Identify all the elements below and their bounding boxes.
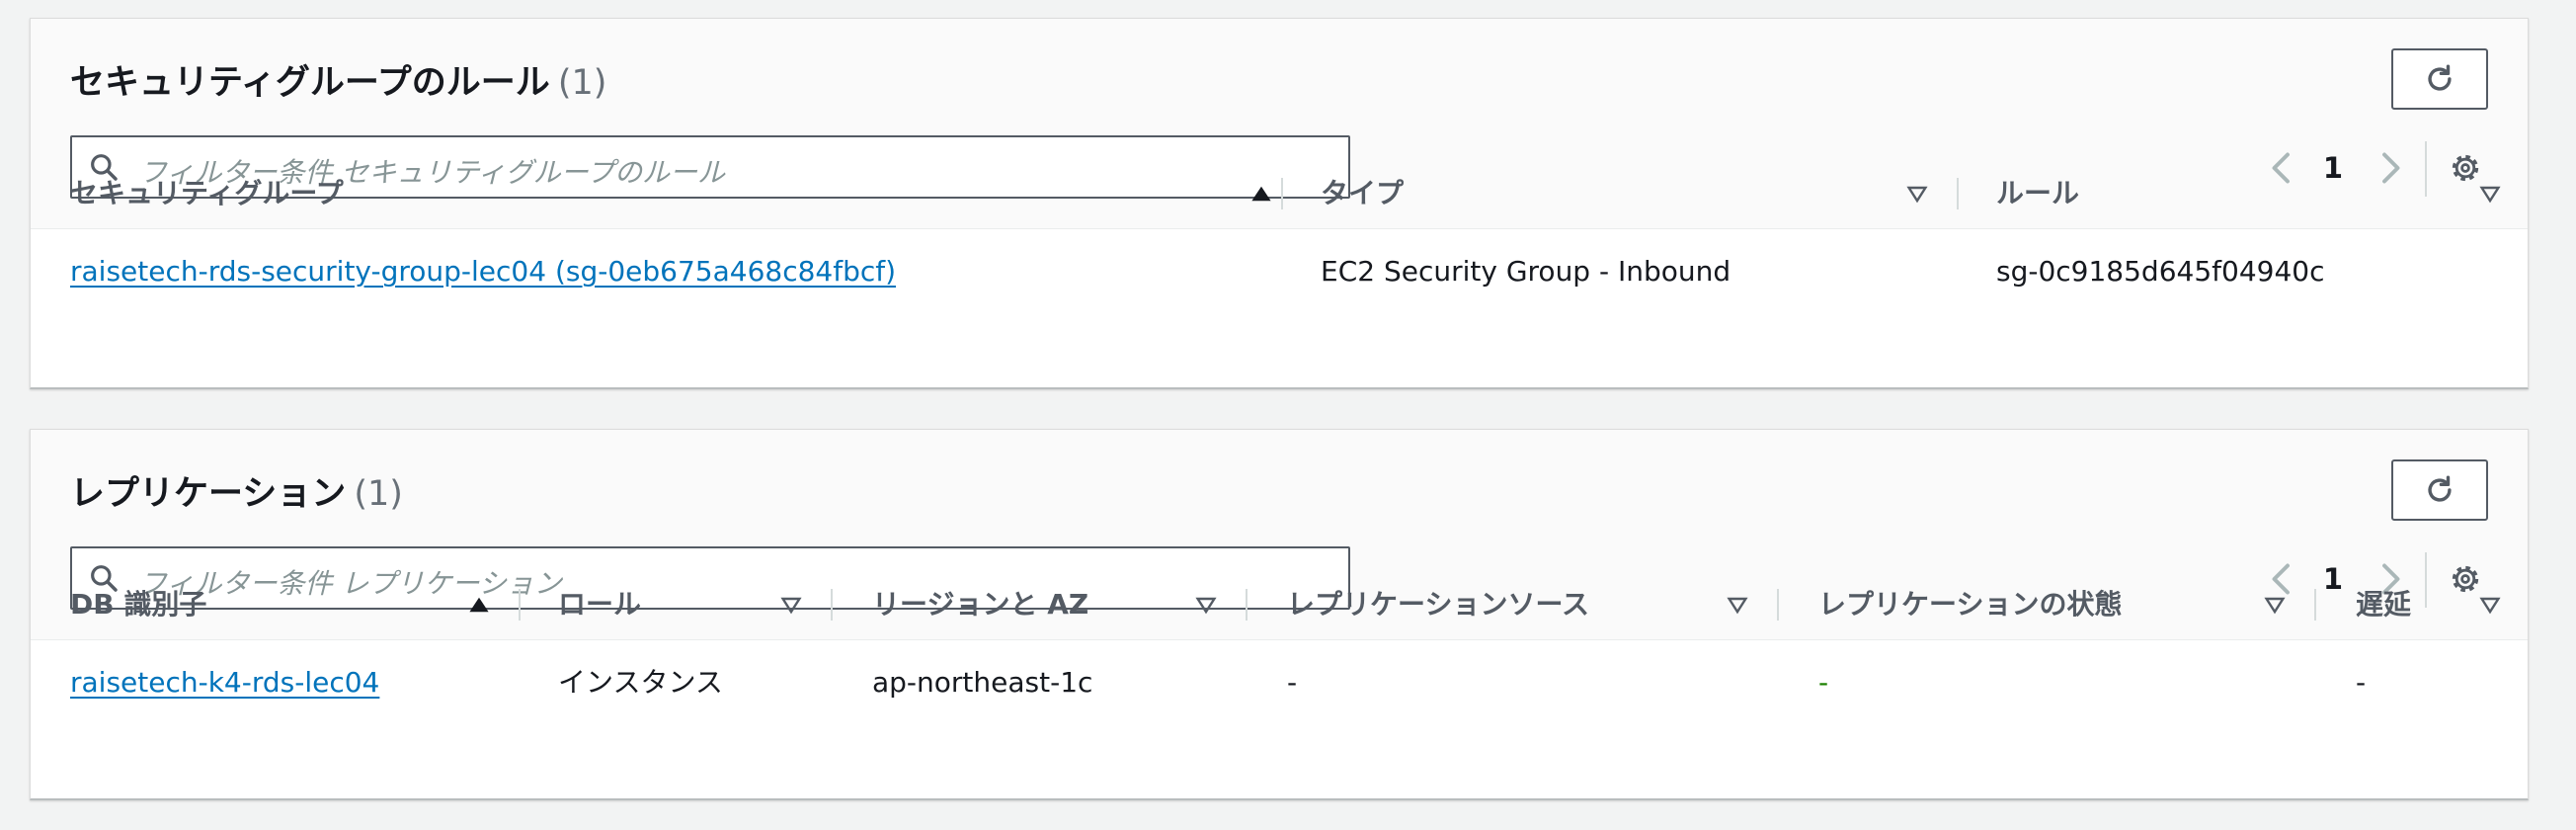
gear-icon[interactable] [2449,151,2482,185]
sort-unsorted-icon[interactable] [1905,181,1929,207]
panel-title: セキュリティグループのルール (1) [70,54,606,105]
region-az-cell: ap-northeast-1c [872,666,1093,699]
refresh-button[interactable] [2391,459,2488,521]
lag-cell: - [2356,666,2367,699]
pager-divider [2425,552,2427,608]
column-separator[interactable] [1957,178,1959,209]
role-cell: インスタンス [558,666,723,699]
sort-ascending-icon[interactable] [467,592,491,618]
column-separator[interactable] [1777,589,1779,621]
rule-cell: sg-0c9185d645f04940c [1996,255,2325,288]
sort-unsorted-icon[interactable] [2478,592,2502,618]
item-count: (1) [354,474,403,514]
panel-title: レプリケーション (1) [70,465,403,516]
column-header-db-identifier[interactable]: DB 識別子 [70,570,206,639]
column-separator[interactable] [1281,178,1283,209]
column-header-lag[interactable]: 遅延 [2356,570,2411,639]
type-cell: EC2 Security Group - Inbound [1321,255,1731,288]
column-header-role[interactable]: ロール [558,570,641,639]
chevron-left-icon[interactable] [2267,150,2296,186]
sort-unsorted-icon[interactable] [1726,592,1749,618]
column-header-replication-source[interactable]: レプリケーションソース [1287,570,1589,639]
sort-unsorted-icon[interactable] [2263,592,2287,618]
column-header-security-group[interactable]: セキュリティグループ [70,159,344,228]
replication-panel: レプリケーション (1) フィルター条件 レプリケーション 1 DB 識別子 ロー… [30,429,2529,800]
column-header-type[interactable]: タイプ [1321,159,1404,228]
security-group-rules-panel: セキュリティグループのルール (1) フィルター条件 セキュリティグループのルール… [30,18,2529,389]
security-group-link[interactable]: raisetech-rds-security-group-lec04 (sg-0… [70,255,896,288]
column-separator[interactable] [2314,589,2316,621]
refresh-icon [2428,475,2452,502]
column-header-replication-status[interactable]: レプリケーションの状態 [1818,570,2122,639]
table-row: raisetech-k4-rds-lec04 [70,643,379,722]
current-page-number[interactable]: 1 [2318,562,2348,596]
column-separator[interactable] [519,589,521,621]
gear-icon[interactable] [2449,562,2482,596]
refresh-button[interactable] [2391,48,2488,110]
column-header-rule[interactable]: ルール [1996,159,2079,228]
column-header-region-az[interactable]: リージョンと AZ [872,570,1088,639]
sort-ascending-icon[interactable] [1249,181,1273,207]
replication-status-cell: - [1818,666,1829,699]
current-page-number[interactable]: 1 [2318,151,2348,185]
column-separator[interactable] [1246,589,1248,621]
db-identifier-link[interactable]: raisetech-k4-rds-lec04 [70,666,379,699]
replication-source-cell: - [1287,666,1298,699]
sort-unsorted-icon[interactable] [779,592,803,618]
panel-title-text: レプリケーション [70,474,347,514]
chevron-right-icon[interactable] [2375,150,2405,186]
filter-search-input[interactable]: フィルター条件 レプリケーション [70,546,1350,610]
sort-unsorted-icon[interactable] [2478,181,2502,207]
item-count: (1) [557,63,607,103]
panel-title-text: セキュリティグループのルール [70,63,550,103]
pager-divider [2425,141,2427,197]
column-separator[interactable] [831,589,833,621]
sort-unsorted-icon[interactable] [1194,592,1218,618]
table-row: raisetech-rds-security-group-lec04 (sg-0… [70,232,896,311]
refresh-icon [2428,64,2452,91]
